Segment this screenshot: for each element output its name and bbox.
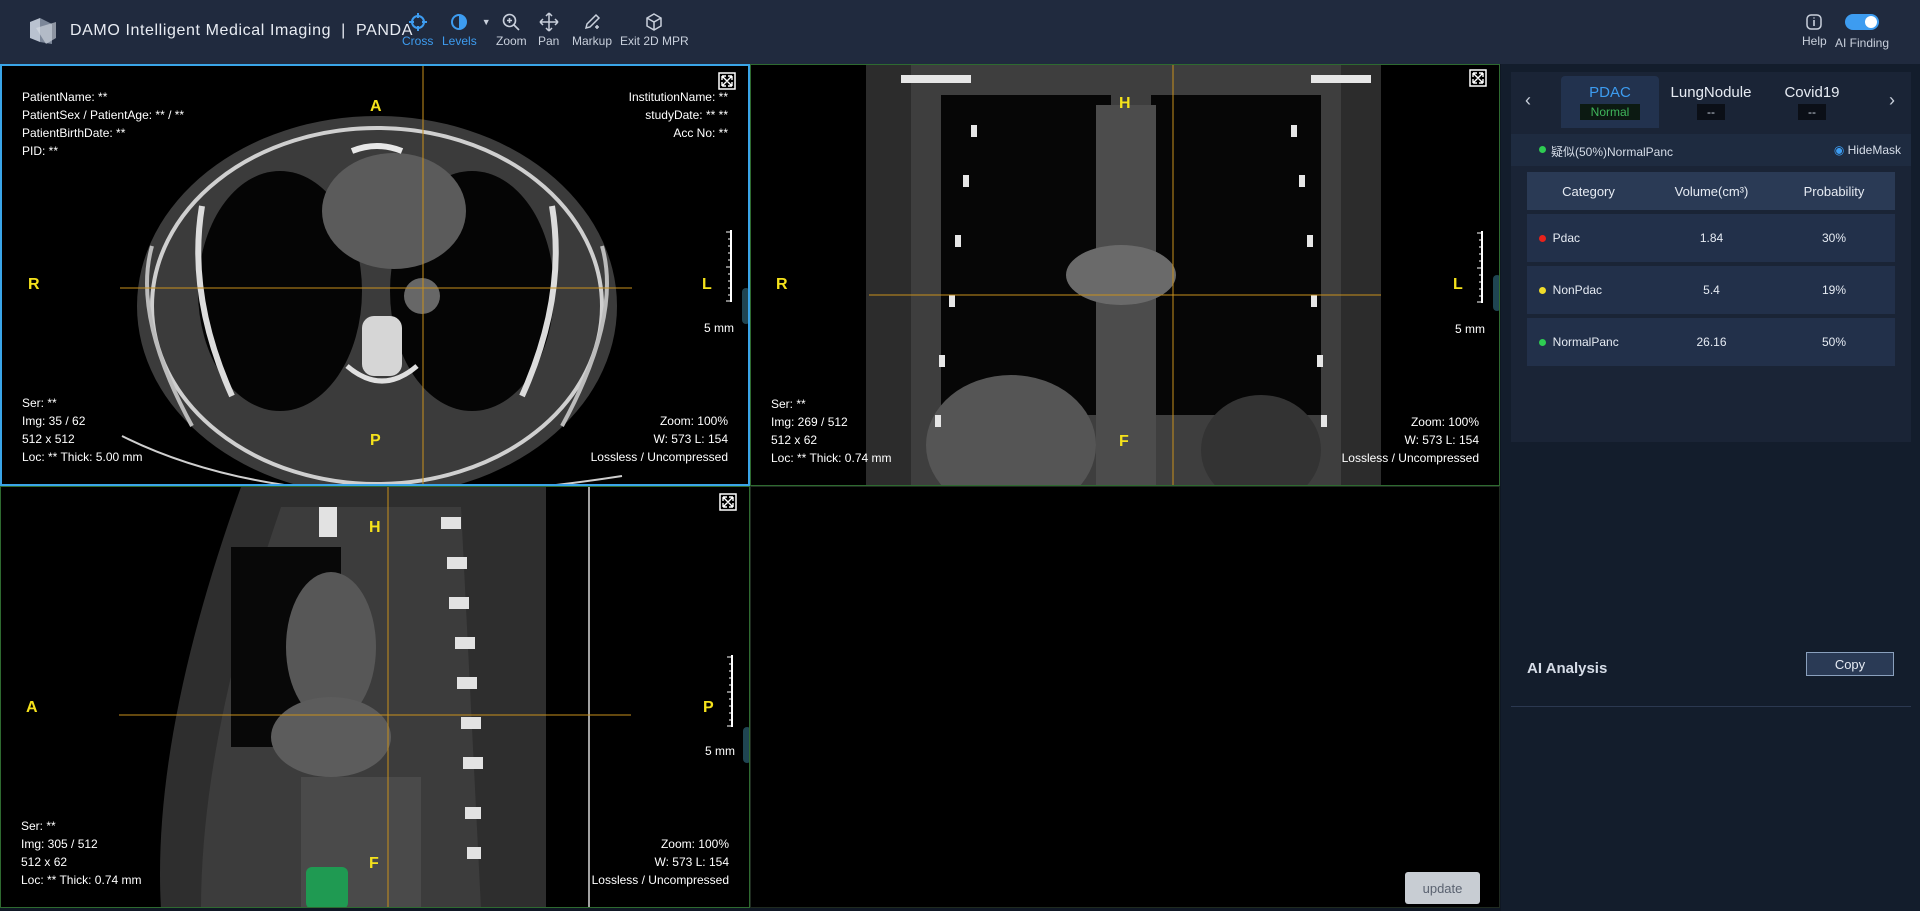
maximize-icon[interactable]: [719, 493, 737, 511]
ai-finding-toggle[interactable]: AI Finding: [1835, 12, 1889, 50]
pan-icon: [539, 12, 559, 32]
crosshair-icon: [408, 13, 427, 31]
scale-label: 5 mm: [1455, 322, 1485, 336]
tab-status-badge: --: [1798, 104, 1826, 120]
finding-text: 疑似(50%)NormalPanc: [1551, 145, 1674, 159]
series-info-overlay: Ser: ** Img: 269 / 512 512 x 62 Loc: ** Thi…: [771, 397, 892, 465]
tab-lungnodule[interactable]: LungNodule --: [1662, 76, 1760, 128]
cube-icon: [646, 13, 663, 31]
levels-tool-button[interactable]: Levels ▼: [442, 12, 491, 48]
pencil-icon: [584, 13, 601, 30]
sagittal-viewport[interactable]: Ser: ** Img: 305 / 512 512 x 62 Loc: ** Thi…: [0, 486, 750, 908]
orientation-top: H: [1119, 95, 1131, 112]
coronal-viewport[interactable]: Ser: ** Img: 269 / 512 512 x 62 Loc: ** Thi…: [750, 64, 1500, 486]
table-row[interactable]: Pdac 1.84 30%: [1527, 214, 1895, 262]
study-info-overlay: InstitutionName: ** studyDate: ** ** Acc N…: [628, 90, 728, 140]
tab-status-badge: Normal: [1580, 104, 1640, 120]
patient-info-overlay: PatientName: ** PatientSex / PatientAge: …: [22, 90, 185, 158]
slice-scroll-handle[interactable]: [1493, 275, 1499, 311]
orientation-right: L: [702, 276, 712, 293]
series-info-overlay: Ser: ** Img: 35 / 62 512 x 512 Loc: ** Thic…: [22, 396, 143, 464]
scale-ruler: [727, 655, 733, 727]
category-dot: [1539, 235, 1546, 242]
model-results-card: ‹ PDAC Normal LungNodule -- Covid19 -- ›…: [1511, 72, 1911, 442]
tab-covid19[interactable]: Covid19 --: [1763, 76, 1861, 128]
copy-button[interactable]: Copy: [1806, 652, 1894, 676]
info-icon: [1806, 14, 1823, 30]
chevron-left-icon[interactable]: ‹: [1525, 90, 1531, 111]
slice-scroll-handle[interactable]: [742, 288, 748, 324]
eye-icon: ◉: [1833, 143, 1845, 157]
display-info-overlay: Zoom: 100% W: 573 L: 154 Lossless / Uncomp…: [591, 837, 729, 887]
cross-tool-button[interactable]: Cross: [402, 12, 433, 48]
toggle-switch[interactable]: [1845, 14, 1880, 30]
maximize-icon[interactable]: [1469, 69, 1487, 87]
category-dot: [1539, 287, 1546, 294]
orientation-right: L: [1453, 276, 1463, 293]
orientation-top: A: [370, 98, 382, 115]
zoom-icon: [503, 13, 520, 31]
axial-viewport[interactable]: PatientName: ** PatientSex / PatientAge: …: [0, 64, 750, 486]
orientation-bottom: F: [1119, 433, 1129, 450]
scale-ruler: [726, 230, 732, 302]
markup-tool-button[interactable]: Markup: [572, 12, 612, 48]
model-tabs: ‹ PDAC Normal LungNodule -- Covid19 -- ›: [1511, 72, 1911, 132]
help-button[interactable]: Help: [1802, 12, 1827, 48]
category-dot: [1539, 339, 1546, 346]
orientation-top: H: [369, 519, 381, 536]
table-header: Category Volume(cm³) Probability: [1527, 172, 1895, 210]
orientation-left: A: [26, 699, 38, 716]
ai-finding-panel: ‹ PDAC Normal LungNodule -- Covid19 -- ›…: [1501, 64, 1920, 911]
update-button[interactable]: update: [1405, 872, 1480, 904]
scale-ruler: [1477, 231, 1483, 303]
slice-scroll-handle[interactable]: [743, 727, 749, 763]
table-row[interactable]: NonPdac 5.4 19%: [1527, 266, 1895, 314]
table-row[interactable]: NormalPanc 26.16 50%: [1527, 318, 1895, 366]
exit-2d-mpr-button[interactable]: Exit 2D MPR: [620, 12, 689, 48]
chevron-down-icon[interactable]: ▼: [482, 17, 491, 27]
app-title: DAMO Intelligent Medical Imaging | PANDA: [70, 22, 413, 39]
pan-tool-button[interactable]: Pan: [538, 12, 559, 48]
status-dot: [1539, 146, 1546, 153]
orientation-bottom: P: [370, 432, 381, 449]
display-info-overlay: Zoom: 100% W: 573 L: 154 Lossless / Uncomp…: [1341, 415, 1479, 465]
maximize-icon[interactable]: [718, 72, 736, 90]
zoom-tool-button[interactable]: Zoom: [496, 12, 527, 48]
orientation-left: R: [776, 276, 788, 293]
scale-label: 5 mm: [704, 321, 734, 335]
findings-table: Category Volume(cm³) Probability Pdac 1.…: [1527, 172, 1895, 366]
damo-logo: [30, 18, 56, 44]
top-toolbar: DAMO Intelligent Medical Imaging | PANDA…: [0, 0, 1920, 64]
tab-status-badge: --: [1697, 104, 1725, 120]
orientation-bottom: F: [369, 855, 379, 872]
scale-label: 5 mm: [705, 744, 735, 758]
chevron-right-icon[interactable]: ›: [1889, 90, 1895, 111]
display-info-overlay: Zoom: 100% W: 573 L: 154 Lossless / Uncomp…: [590, 414, 728, 464]
ai-analysis-heading: AI Analysis: [1527, 660, 1608, 677]
hide-mask-button[interactable]: ◉ HideMask: [1834, 143, 1901, 157]
orientation-left: R: [28, 276, 40, 293]
orientation-right: P: [703, 699, 714, 716]
tab-pdac[interactable]: PDAC Normal: [1561, 76, 1659, 128]
empty-viewport: [750, 486, 1500, 908]
divider: [1511, 706, 1911, 707]
contrast-icon: [451, 14, 468, 30]
series-info-overlay: Ser: ** Img: 305 / 512 512 x 62 Loc: ** Thi…: [21, 819, 142, 887]
finding-summary: 疑似(50%)NormalPanc ◉ HideMask: [1511, 134, 1911, 166]
